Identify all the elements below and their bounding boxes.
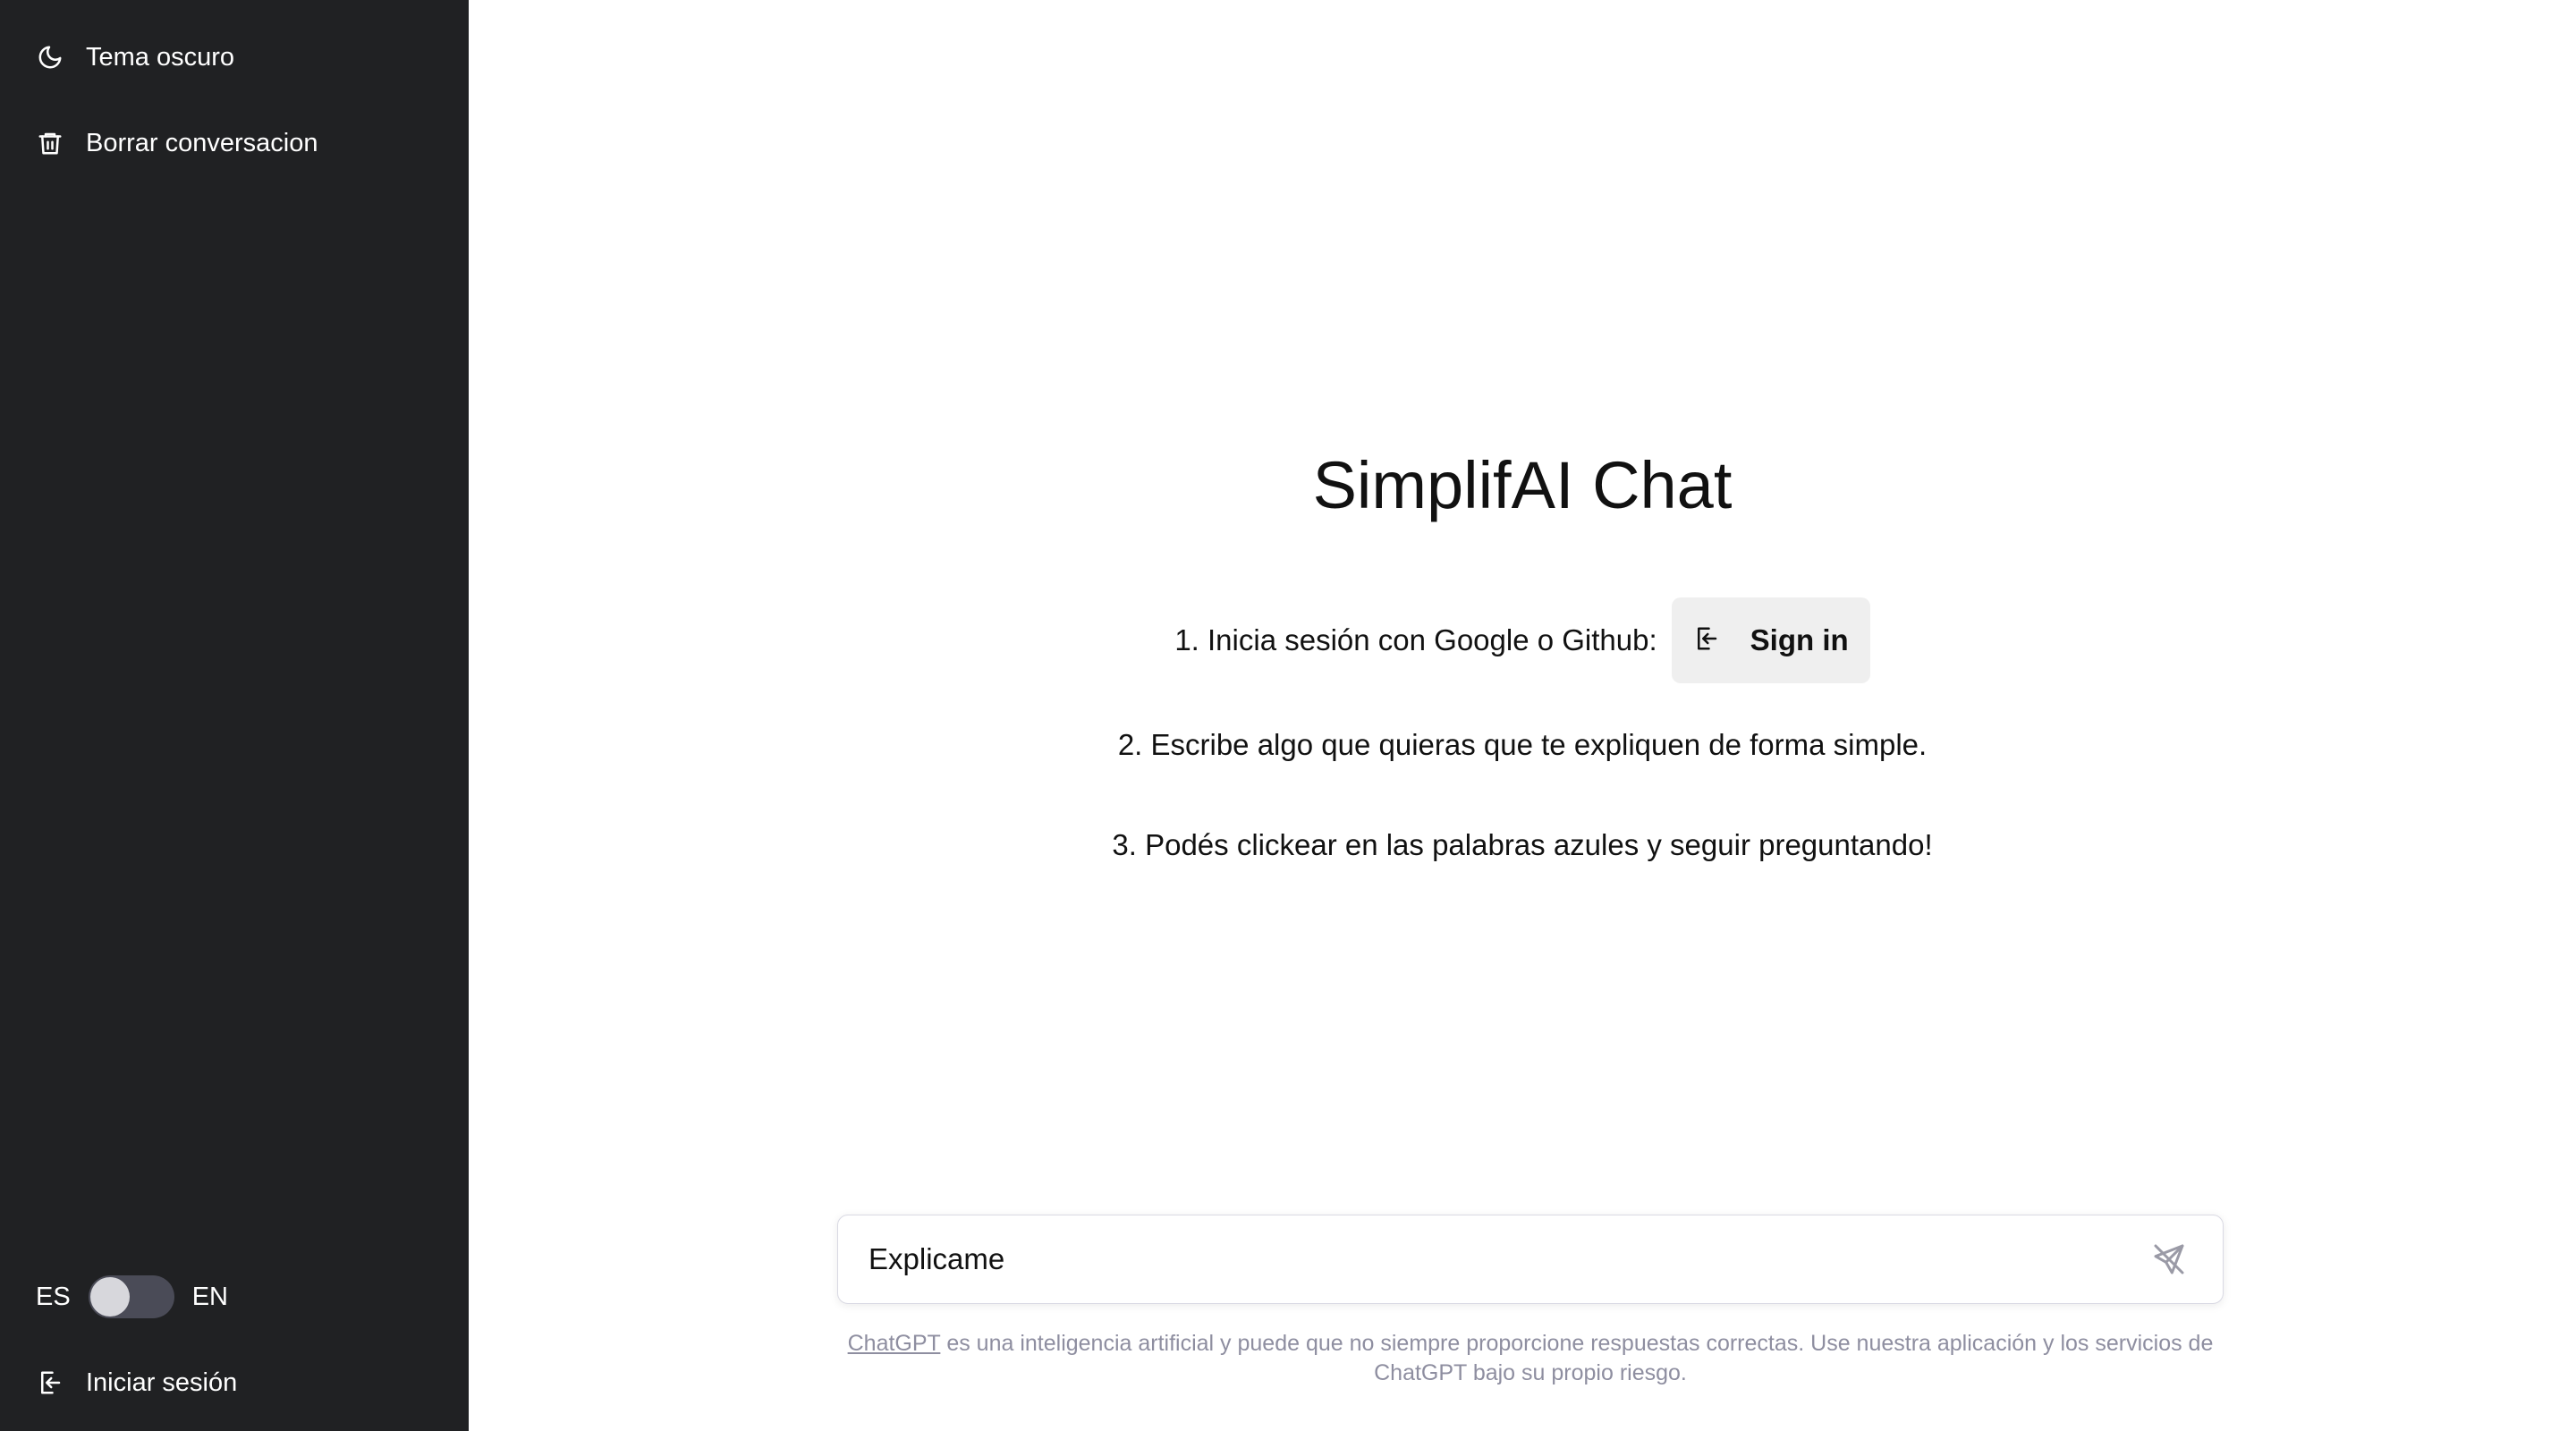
disclaimer-text: es una inteligencia artificial y puede q…: [940, 1331, 2214, 1385]
step-3-text: 3. Podés clickear en las palabras azules…: [1112, 828, 1933, 861]
main-panel: SimplifAI Chat 1. Inicia sesión con Goog…: [469, 0, 2576, 1431]
step-3: 3. Podés clickear en las palabras azules…: [469, 826, 2576, 864]
login-icon: [1693, 625, 1724, 656]
login-icon: [36, 1368, 64, 1397]
step-2: 2. Escribe algo que quieras que te expli…: [469, 726, 2576, 764]
sign-in-button[interactable]: Sign in: [1671, 597, 1870, 683]
dark-theme-label: Tema oscuro: [86, 42, 235, 72]
page-title: SimplifAI Chat: [1312, 448, 1733, 522]
clear-conversation-label: Borrar conversacion: [86, 128, 318, 157]
login-button[interactable]: Iniciar sesión: [21, 1349, 447, 1417]
lang-es-label: ES: [36, 1282, 71, 1311]
step-1: 1. Inicia sesión con Google o Github: Si…: [469, 597, 2576, 683]
chat-input-box: [837, 1215, 2224, 1304]
toggle-knob: [89, 1277, 130, 1317]
trash-icon: [36, 129, 64, 157]
chat-input[interactable]: [838, 1215, 2133, 1303]
lang-en-label: EN: [191, 1282, 228, 1311]
login-label: Iniciar sesión: [86, 1367, 238, 1397]
sign-in-label: Sign in: [1750, 623, 1849, 656]
moon-icon: [36, 43, 64, 72]
step-2-text: 2. Escribe algo que quieras que te expli…: [1117, 728, 1928, 761]
chatgpt-link[interactable]: ChatGPT: [848, 1331, 941, 1356]
language-toggle[interactable]: [88, 1275, 174, 1318]
clear-conversation-button[interactable]: Borrar conversacion: [21, 109, 447, 177]
send-button[interactable]: [2133, 1224, 2205, 1295]
dark-theme-button[interactable]: Tema oscuro: [21, 23, 447, 91]
send-icon: [2151, 1241, 2187, 1277]
disclaimer: ChatGPT es una inteligencia artificial y…: [809, 1329, 2252, 1388]
step-1-text: 1. Inicia sesión con Google o Github:: [1174, 623, 1657, 656]
language-switcher: ES EN: [36, 1270, 228, 1324]
sidebar: Tema oscuro Borrar conversacion ES EN In…: [0, 0, 469, 1431]
